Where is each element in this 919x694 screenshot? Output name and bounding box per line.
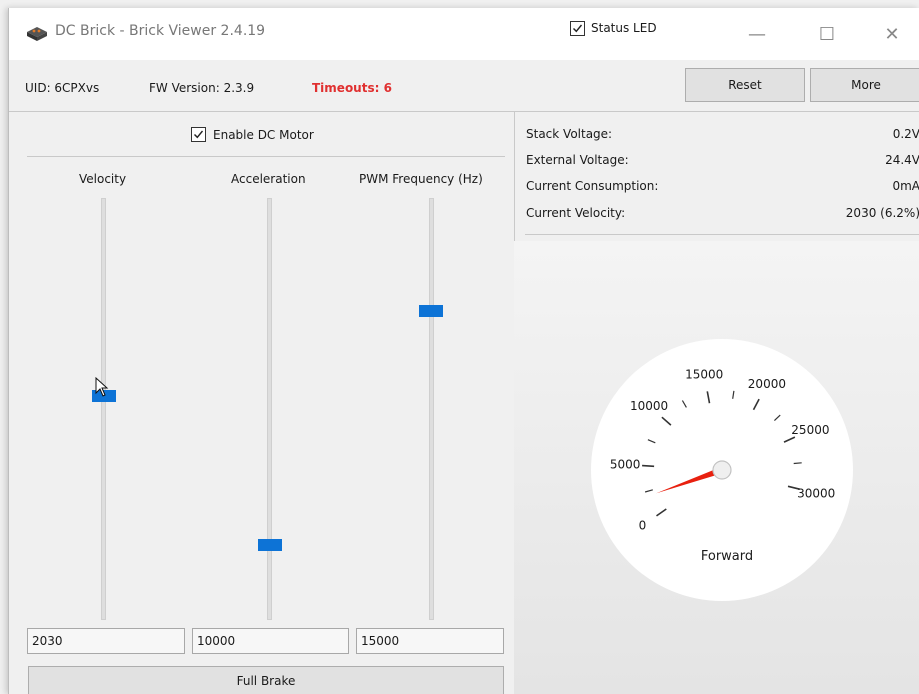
gauge-tick [642, 464, 655, 468]
brick-app-icon [27, 27, 47, 41]
velocity-gauge: 0 5000 10000 15000 20000 25000 30000 Forward [591, 339, 853, 601]
status-led-checkbox[interactable]: Status LED [570, 18, 657, 38]
gauge-tick-label: 25000 [791, 423, 829, 437]
full-brake-button[interactable]: Full Brake [28, 666, 504, 694]
pwm-frequency-slider-track[interactable] [429, 198, 434, 620]
header-divider [9, 111, 919, 112]
brick-viewer-window: DC Brick - Brick Viewer 2.4.19 — ☐ ✕ UID… [8, 8, 919, 694]
status-led-label: Status LED [591, 21, 657, 35]
gauge-hub [712, 460, 732, 480]
current-consumption-label: Current Consumption: [526, 179, 659, 193]
gauge-tick-label: 0 [639, 519, 647, 533]
gauge-tick-label: 20000 [748, 377, 786, 391]
pwm-frequency-label: PWM Frequency (Hz) [359, 172, 483, 186]
gauge-tick-label: 15000 [685, 368, 723, 382]
fw-version-label: FW Version: 2.3.9 [149, 81, 255, 95]
acceleration-slider-handle[interactable] [258, 539, 282, 552]
stack-voltage-row: Stack Voltage: 0.2V [526, 125, 919, 147]
window-title: DC Brick - Brick Viewer 2.4.19 [55, 23, 266, 39]
current-consumption-value: 0mA [892, 179, 919, 193]
current-consumption-row: Current Consumption: 0mA [526, 177, 919, 199]
current-velocity-row: Current Velocity: 2030 (6.2%) [526, 204, 919, 226]
gauge-tick-label: 5000 [610, 458, 641, 472]
acceleration-slider-track[interactable] [267, 198, 272, 620]
external-voltage-label: External Voltage: [526, 153, 629, 167]
minimize-button[interactable]: — [734, 16, 780, 52]
velocity-slider-track[interactable] [101, 198, 106, 620]
mouse-cursor-icon [95, 377, 109, 397]
gauge-direction-label: Forward [701, 549, 753, 564]
gauge-tick [793, 462, 802, 465]
uid-label: UID: 6CPXvs [25, 81, 100, 95]
enable-dc-motor-checkbox[interactable]: Enable DC Motor [191, 127, 314, 142]
gauge-tick-label: 10000 [630, 399, 668, 413]
pwm-frequency-input[interactable]: 15000 [356, 628, 504, 654]
external-voltage-row: External Voltage: 24.4V [526, 151, 919, 173]
stack-voltage-value: 0.2V [892, 127, 919, 141]
close-button[interactable]: ✕ [869, 16, 915, 52]
velocity-label: Velocity [79, 172, 127, 186]
external-voltage-value: 24.4V [885, 153, 919, 167]
velocity-input[interactable]: 2030 [27, 628, 185, 654]
acceleration-input[interactable]: 10000 [192, 628, 349, 654]
status-led-check-icon[interactable] [570, 20, 585, 36]
gauge-tick-label: 30000 [797, 486, 835, 500]
current-velocity-value: 2030 (6.2%) [845, 206, 919, 220]
stats-divider [525, 234, 919, 235]
title-bar: DC Brick - Brick Viewer 2.4.19 — ☐ ✕ [9, 8, 919, 60]
gauge-panel: 0 5000 10000 15000 20000 25000 30000 Forward [514, 241, 919, 694]
acceleration-label: Acceleration [231, 172, 306, 186]
motor-section-divider [27, 156, 505, 157]
enable-motor-check-icon[interactable] [191, 127, 206, 142]
current-velocity-label: Current Velocity: [526, 206, 626, 220]
enable-dc-motor-label: Enable DC Motor [213, 127, 314, 142]
timeouts-label: Timeouts: 6 [312, 81, 392, 95]
pwm-frequency-slider-handle[interactable] [419, 304, 443, 317]
more-button[interactable]: More [810, 68, 919, 102]
reset-button[interactable]: Reset [685, 68, 805, 102]
maximize-button[interactable]: ☐ [804, 16, 850, 52]
stack-voltage-label: Stack Voltage: [526, 127, 613, 141]
